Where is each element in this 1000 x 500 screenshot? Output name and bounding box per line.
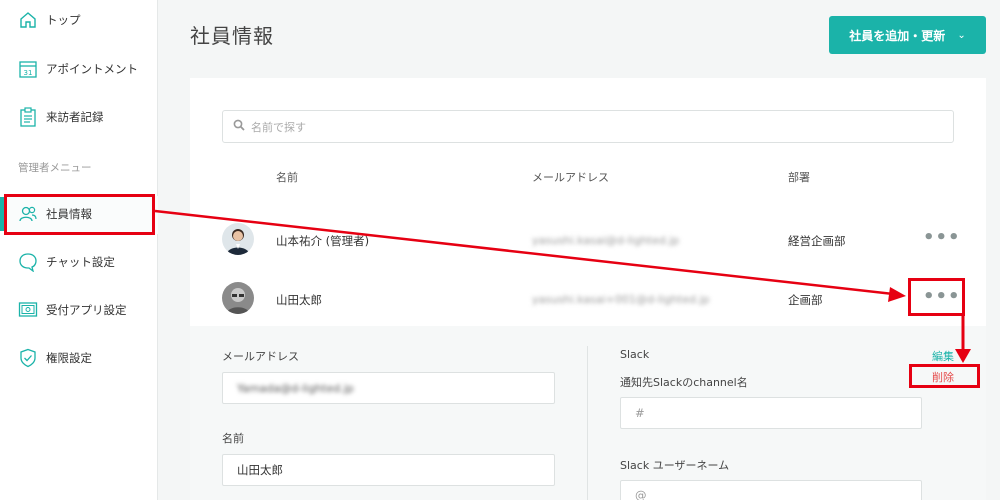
annotation-arrows	[154, 209, 971, 363]
annotation-arrow-head	[955, 349, 971, 363]
annotation-arrow-head	[888, 287, 906, 302]
annotation-arrow-line	[154, 209, 894, 296]
